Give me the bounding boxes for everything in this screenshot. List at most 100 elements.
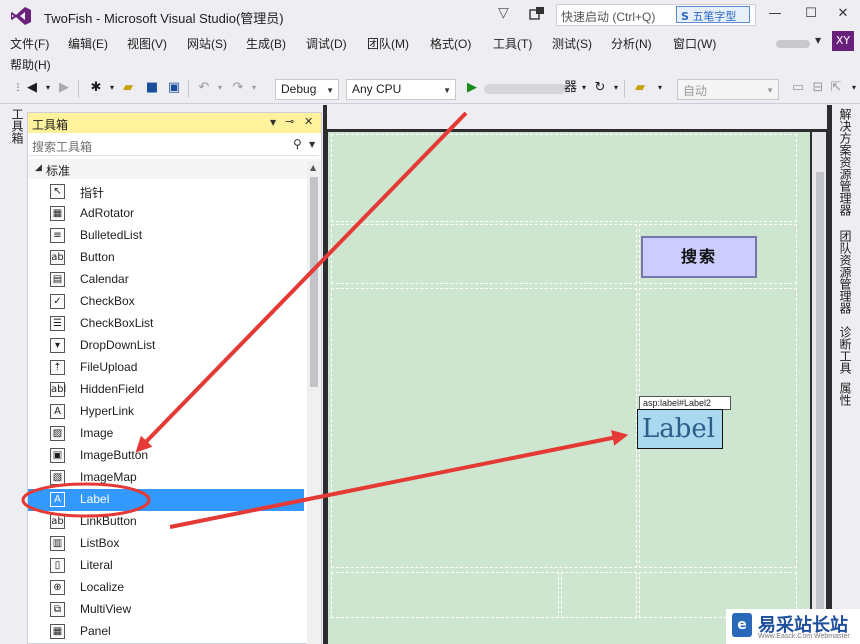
format-icon-3[interactable]: ⇱ [828,80,844,96]
platform-select[interactable]: Any CPU ▼ [346,79,456,100]
toolbox-item[interactable]: ▾ DropDownList [28,335,304,357]
layout-cell[interactable] [331,572,559,618]
menu-debug[interactable]: 调试(D) [306,35,347,52]
menu-analyze[interactable]: 分析(N) [611,35,652,52]
start-target-name[interactable] [484,84,566,94]
scroll-up-icon[interactable]: ▲ [310,163,316,172]
close-icon[interactable]: ✕ [832,4,854,24]
toolbox-group-standard[interactable]: ◢ 标准 [28,159,321,179]
redo-dropdown-icon[interactable]: ▾ [246,80,262,96]
toolbox-item[interactable]: ab Button [28,247,304,269]
toolbox-item[interactable]: ⇡ FileUpload [28,357,304,379]
new-project-icon[interactable]: ✱ [88,80,104,96]
back-dropdown-icon[interactable]: ▾ [40,80,56,96]
quick-launch-placeholder: 快速启动 (Ctrl+Q) [561,10,656,24]
diagnostic-tools-tab[interactable]: 诊断工具 [838,326,852,374]
design-surface[interactable] [328,132,810,644]
toolbox-item[interactable]: ⊕ Localize [28,577,304,599]
layout-cell[interactable] [331,288,637,568]
target-schema-select[interactable]: 自动 ▼ [677,79,779,100]
menu-team[interactable]: 团队(M) [367,35,409,52]
expand-triangle-icon[interactable]: ◢ [35,163,42,173]
properties-tab[interactable]: 属性 [838,382,852,406]
menu-edit[interactable]: 编辑(E) [68,35,108,52]
menu-window[interactable]: 窗口(W) [673,35,716,52]
menu-file[interactable]: 文件(F) [10,35,49,52]
toolbox-item[interactable]: ▨ Image [28,423,304,445]
search-options-icon[interactable]: ▼ [309,140,315,149]
solution-explorer-tab[interactable]: 解决方案资源管理器 [838,108,852,216]
toolbox-item[interactable]: ▧ ImageMap [28,467,304,489]
forward-icon[interactable]: ▶ [56,80,72,96]
search-icon[interactable]: ⚲ [293,137,302,151]
start-debug-icon[interactable]: ▶ [464,80,480,96]
account-dropdown-icon[interactable]: ▼ [815,36,821,45]
toolbar-overflow-icon[interactable]: ▾ [846,80,860,96]
toolbox-item[interactable]: ▦ AdRotator [28,203,304,225]
toolbox-item[interactable]: A HyperLink [28,401,304,423]
toolbox-item[interactable]: ≡ BulletedList [28,225,304,247]
toolbox-item[interactable]: ▦ Panel [28,621,304,643]
toolbox-item[interactable]: ▤ Calendar [28,269,304,291]
designer-scrollbar-thumb[interactable] [816,172,824,632]
toolbox-scrollbar-thumb[interactable] [310,177,318,387]
menu-build[interactable]: 生成(B) [246,35,286,52]
ime-badge: S 五笔字型 [676,6,750,23]
menu-test[interactable]: 测试(S) [552,35,592,52]
layout-cell[interactable] [561,572,637,618]
toolbox-header[interactable]: 工具箱 ▼ ⊸ ✕ [28,113,321,133]
toolbox-item[interactable]: ⧉ MultiView [28,599,304,621]
toolbox-item[interactable]: abl HiddenField [28,379,304,401]
toolbox-item[interactable]: A Label [28,489,304,511]
refresh-icon[interactable]: ↻ [592,80,608,96]
toolbox-item[interactable]: ✓ CheckBox [28,291,304,313]
undo-icon[interactable]: ↶ [196,80,212,96]
browser-link-icon[interactable]: ▰ [632,80,648,96]
save-icon[interactable]: ■ [144,80,160,96]
search-button[interactable]: 搜索 [641,236,757,278]
menu-website[interactable]: 网站(S) [187,35,227,52]
title-bar: TwoFish - Microsoft Visual Studio(管理员) ▽… [0,0,860,32]
pin-icon[interactable]: ⊸ [285,115,294,128]
layout-cell[interactable] [331,134,797,222]
toolbox-item[interactable]: ↖ 指针 [28,181,304,203]
new-dropdown-icon[interactable]: ▾ [104,80,120,96]
maximize-icon[interactable]: ☐ [800,4,822,24]
layout-cell[interactable] [331,224,637,284]
start-dropdown-icon[interactable]: ▾ [576,80,592,96]
format-icon-2[interactable]: ⊟ [810,80,826,96]
toolbox-item[interactable]: ▯ Literal [28,555,304,577]
menu-view[interactable]: 视图(V) [127,35,167,52]
menu-tools[interactable]: 工具(T) [493,35,532,52]
close-icon[interactable]: ✕ [304,115,313,128]
avatar[interactable]: XY [832,31,854,51]
toolbox-item[interactable]: ▥ ListBox [28,533,304,555]
configuration-select[interactable]: Debug ▼ [275,79,339,100]
notification-filter-icon[interactable]: ▽ [498,5,514,23]
open-folder-icon[interactable]: ▰ [120,80,136,96]
window-position-icon[interactable]: ▼ [270,118,276,127]
menu-help[interactable]: 帮助(H) [10,56,51,73]
save-all-icon[interactable]: ▣ [166,80,182,96]
watermark-logo-icon: e [732,613,752,637]
designer-scrollbar[interactable] [812,132,826,644]
redo-icon[interactable]: ↷ [230,80,246,96]
undo-dropdown-icon[interactable]: ▾ [212,80,228,96]
menu-format[interactable]: 格式(O) [430,35,471,52]
account-name[interactable] [776,40,810,48]
toolbox-side-tab[interactable]: 工具箱 [9,108,24,144]
team-explorer-tab[interactable]: 团队资源管理器 [838,230,852,314]
browser-dropdown-icon[interactable]: ▾ [652,80,668,96]
toolbox-search-input[interactable]: 搜索工具箱 ⚲ ▼ [29,135,319,156]
toolbox-scrollbar[interactable]: ▲ [307,161,321,644]
back-icon[interactable]: ◀ [24,80,40,96]
toolbox-item[interactable]: ab LinkButton [28,511,304,533]
toolbox-item[interactable]: ▣ ImageButton [28,445,304,467]
refresh-dropdown-icon[interactable]: ▾ [608,80,624,96]
toolbox-panel: 工具箱 ▼ ⊸ ✕ 搜索工具箱 ⚲ ▼ ◢ 标准 ↖ 指针 ▦ AdRotator ≡ B… [27,112,322,644]
minimize-icon[interactable]: — [764,4,786,24]
format-icon[interactable]: ▭ [790,80,806,96]
label-control[interactable]: Label [637,409,723,449]
toolbox-item[interactable]: ☰ CheckBoxList [28,313,304,335]
feedback-icon[interactable] [528,5,546,23]
